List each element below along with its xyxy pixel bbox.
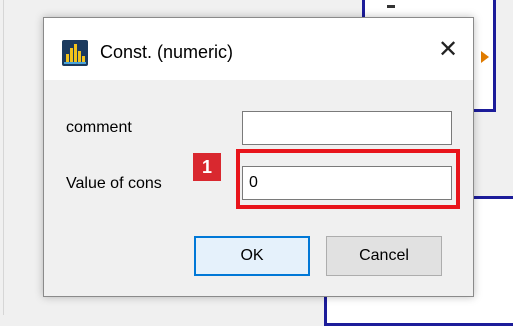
dialog-titlebar[interactable]: Const. (numeric) ✕ [44, 18, 473, 80]
app-logo-icon [62, 40, 88, 66]
close-button[interactable]: ✕ [423, 26, 473, 72]
close-icon[interactable]: ✕ [438, 35, 458, 64]
block-wire [387, 5, 395, 8]
annotation-badge: 1 [193, 153, 221, 181]
canvas-divider [3, 0, 4, 315]
value-of-constant-label: Value of cons [66, 175, 162, 192]
output-port-arrow-icon[interactable] [481, 51, 489, 63]
comment-label: comment [66, 119, 132, 136]
cancel-button[interactable]: Cancel [326, 236, 442, 276]
value-of-constant-input[interactable] [242, 166, 452, 200]
dialog-title: Const. (numeric) [100, 42, 234, 62]
const-numeric-dialog: Const. (numeric) ✕ comment Value of cons… [43, 17, 474, 297]
ok-button[interactable]: OK [194, 236, 310, 276]
comment-input[interactable] [242, 111, 452, 145]
